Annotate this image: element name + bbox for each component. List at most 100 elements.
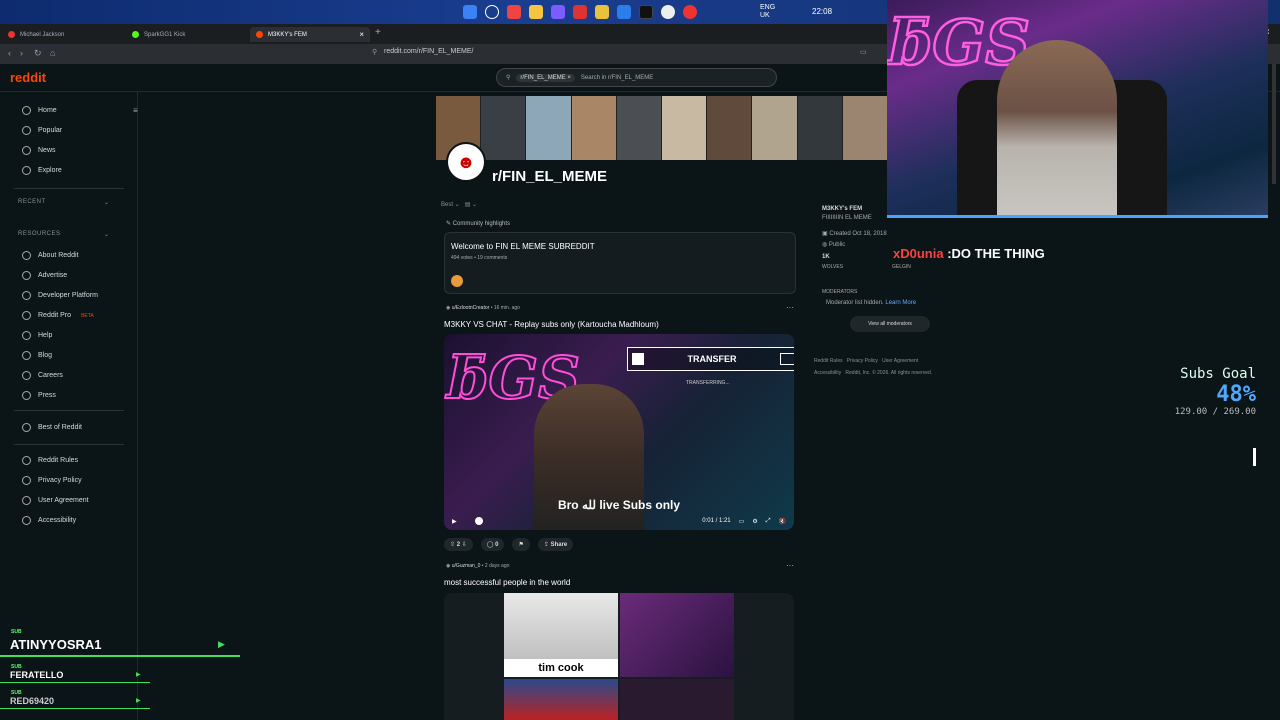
highlights-label: Community highlights — [452, 221, 511, 227]
sidebar-item-best-of[interactable]: Best of Reddit — [22, 423, 82, 432]
meme-label: tim cook — [504, 659, 618, 677]
post-title[interactable]: M3KKY VS CHAT - Replay subs only (Kartou… — [444, 320, 659, 329]
post-title[interactable]: most successful people in the world — [444, 578, 570, 587]
site-info-icon[interactable]: ⚲ — [372, 48, 377, 56]
award-button[interactable]: ⚑ — [512, 538, 530, 551]
obs-icon[interactable] — [639, 5, 653, 19]
search-chip[interactable]: r/FIN_EL_MEME × — [516, 73, 575, 82]
privacy-icon — [22, 476, 31, 485]
sidebar-item-help[interactable]: Help — [22, 331, 52, 340]
fullscreen-icon[interactable]: ⤢ — [766, 518, 771, 525]
app-icon[interactable] — [551, 5, 565, 19]
start-icon[interactable] — [463, 5, 477, 19]
back-icon[interactable]: ‹ — [8, 48, 11, 58]
resources-section-toggle[interactable]: RESOURCES ⌄ — [18, 231, 109, 238]
sub-label: SUB — [11, 629, 22, 635]
seek-handle[interactable] — [474, 517, 483, 525]
careers-icon — [22, 371, 31, 380]
language-indicator[interactable]: ENG UK — [760, 4, 775, 20]
captions-icon[interactable]: ▭ — [739, 518, 745, 525]
vote-button[interactable]: ⇧ 2 ⇩ — [444, 538, 473, 551]
learn-more-link[interactable]: Learn More — [885, 300, 916, 306]
tab-kick[interactable]: SparkGG1 Kick — [126, 27, 248, 42]
sidebar-item-label: User Agreement — [38, 497, 89, 504]
sidebar-item-accessibility[interactable]: Accessibility — [22, 516, 76, 525]
post-author[interactable]: u/EzlootnCreator — [452, 305, 490, 311]
sidebar-item-advertise[interactable]: Advertise — [22, 271, 67, 280]
mute-icon[interactable]: 🔇 — [779, 518, 786, 525]
share-button[interactable]: ⇪ Share — [537, 538, 574, 551]
video-player[interactable]: ƃGS TRANSFER TRANSFERRING... Bro لله liv… — [444, 334, 794, 530]
comments-button[interactable]: ◯ 0 — [480, 538, 505, 551]
recent-section-toggle[interactable]: RECENT ⌄ — [18, 199, 109, 206]
search-icon[interactable] — [485, 5, 499, 19]
tab-reddit[interactable]: M3KKY's FEM × — [250, 27, 370, 42]
overlay-subtext: TRANSFERRING... — [686, 380, 730, 386]
more-options-icon[interactable]: ⋯ — [786, 561, 794, 570]
sidebar-item-developer[interactable]: Developer Platform — [22, 291, 98, 300]
home-icon[interactable]: ⌂ — [50, 48, 55, 58]
section-label: RESOURCES — [18, 231, 61, 237]
sidebar-item-explore[interactable]: Explore — [22, 166, 62, 175]
section-label: RECENT — [18, 199, 46, 205]
scrollbar[interactable] — [1272, 64, 1276, 184]
sidebar-item-about[interactable]: About Reddit — [22, 251, 78, 260]
accessibility-icon — [22, 516, 31, 525]
chat-text: :DO THE THING — [947, 246, 1045, 261]
transfer-overlay: TRANSFER — [627, 347, 794, 371]
mascot-icon: ☻ — [456, 151, 476, 172]
reddit-logo[interactable]: reddit — [10, 70, 46, 85]
highlight-card[interactable]: Welcome to FIN EL MEME SUBREDDIT 494 vot… — [444, 232, 796, 294]
agreement-icon — [22, 496, 31, 505]
subreddit-avatar: ☻ — [446, 142, 486, 182]
chat-username: xD0unia — [893, 246, 944, 261]
divider — [14, 188, 124, 189]
sidebar-item-reddit-pro[interactable]: Reddit Pro BETA — [22, 311, 94, 320]
sidebar-item-privacy[interactable]: Privacy Policy — [22, 476, 82, 485]
sidebar-item-rules[interactable]: Reddit Rules — [22, 456, 78, 465]
sidebar-item-label: Reddit Rules — [38, 457, 79, 464]
sidebar-item-label: Privacy Policy — [38, 477, 82, 484]
vote-count: 2 — [456, 542, 461, 548]
search-input[interactable]: ⚲ r/FIN_EL_MEME × Search in r/FIN_EL_MEM… — [496, 68, 777, 87]
app-icon[interactable] — [683, 5, 697, 19]
sidebar-item-press[interactable]: Press — [22, 391, 56, 400]
community-info-panel: M3KKY's FEM FIIIIIIIIN EL MEME ▣ Created… — [814, 198, 964, 398]
scroll-indicator — [1253, 448, 1256, 466]
author-avatar — [451, 275, 463, 287]
view-moderators-button[interactable]: View all moderators — [850, 316, 930, 332]
community-title: M3KKY's FEM — [822, 206, 863, 212]
settings-icon[interactable]: ⚙ — [752, 518, 757, 525]
sidebar-item-home[interactable]: Home — [22, 106, 57, 115]
tab-michael-jackson[interactable]: Michael Jackson — [2, 27, 124, 42]
sidebar-item-label: Careers — [38, 372, 63, 379]
sub-underline — [0, 708, 150, 709]
sidebar-item-news[interactable]: News — [22, 146, 56, 155]
close-tab-icon[interactable]: × — [359, 30, 364, 39]
code-icon — [22, 291, 31, 300]
sidebar-item-label: News — [38, 147, 56, 154]
reload-icon[interactable]: ↻ — [34, 48, 42, 59]
app-icon[interactable] — [595, 5, 609, 19]
folder-icon[interactable] — [529, 5, 543, 19]
sidebar-item-popular[interactable]: Popular — [22, 126, 62, 135]
post-author[interactable]: u/Guzman_0 — [452, 563, 481, 569]
play-icon[interactable]: ▶ — [452, 518, 457, 525]
new-tab-icon[interactable]: + — [375, 27, 381, 38]
steam-icon[interactable] — [617, 5, 631, 19]
app-icon[interactable] — [661, 5, 675, 19]
post-image[interactable]: tim cook — [444, 593, 794, 720]
reader-icon[interactable]: ▭ — [860, 48, 867, 56]
sidebar-item-agreement[interactable]: User Agreement — [22, 496, 89, 505]
clock[interactable]: 22:08 — [812, 7, 832, 16]
app-icon[interactable] — [573, 5, 587, 19]
footer-links[interactable]: Reddit Rules Privacy Policy User Agreeme… — [814, 358, 918, 364]
forward-icon[interactable]: › — [20, 48, 23, 58]
sidebar-item-blog[interactable]: Blog — [22, 351, 52, 360]
sidebar-item-careers[interactable]: Careers — [22, 371, 63, 380]
url-field[interactable]: reddit.com/r/FIN_EL_MEME/ — [384, 48, 473, 55]
more-options-icon[interactable]: ⋯ — [786, 303, 794, 312]
browser-icon[interactable] — [507, 5, 521, 19]
menu-icon[interactable]: ≡ — [133, 106, 138, 115]
sort-dropdown[interactable]: Best ⌄ ▤ ⌄ — [441, 201, 477, 208]
